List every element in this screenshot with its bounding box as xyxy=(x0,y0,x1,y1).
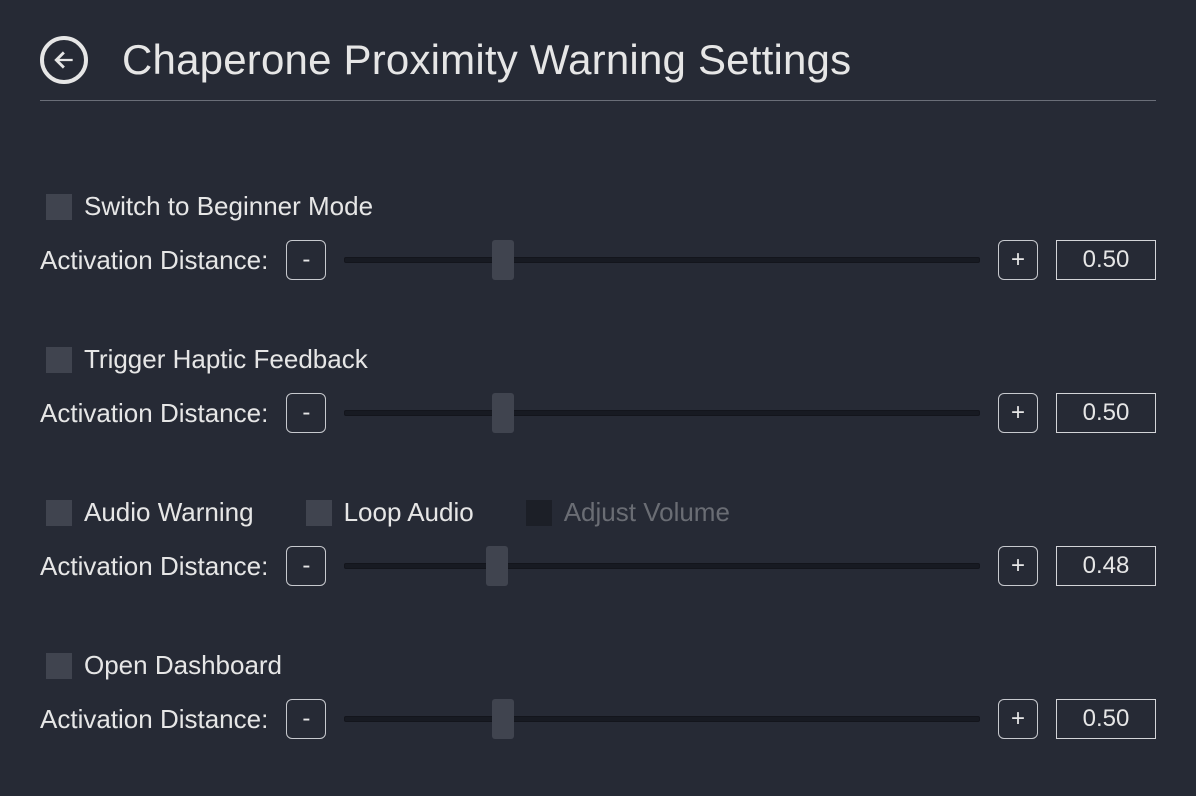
audio-warning-checkbox[interactable] xyxy=(46,500,72,526)
audio-warning-checkbox-label: Audio Warning xyxy=(84,497,254,528)
slider-thumb[interactable] xyxy=(492,240,514,280)
loop-audio-checkbox[interactable] xyxy=(306,500,332,526)
dashboard-plus-button[interactable]: + xyxy=(998,699,1038,739)
slider-track xyxy=(344,410,980,416)
slider-track xyxy=(344,563,980,569)
audio-plus-button[interactable]: + xyxy=(998,546,1038,586)
activation-distance-label: Activation Distance: xyxy=(40,551,268,582)
haptic-checkbox[interactable] xyxy=(46,347,72,373)
slider-thumb[interactable] xyxy=(492,393,514,433)
slider-track xyxy=(344,257,980,263)
beginner-value: 0.50 xyxy=(1056,240,1156,280)
haptic-checkbox-label: Trigger Haptic Feedback xyxy=(84,344,368,375)
page-title: Chaperone Proximity Warning Settings xyxy=(122,39,851,81)
beginner-mode-checkbox-label: Switch to Beginner Mode xyxy=(84,191,373,222)
haptic-slider[interactable] xyxy=(344,393,980,433)
dashboard-minus-button[interactable]: - xyxy=(286,699,326,739)
audio-minus-button[interactable]: - xyxy=(286,546,326,586)
haptic-plus-button[interactable]: + xyxy=(998,393,1038,433)
audio-slider[interactable] xyxy=(344,546,980,586)
adjust-volume-checkbox xyxy=(526,500,552,526)
dashboard-checkbox[interactable] xyxy=(46,653,72,679)
dashboard-slider[interactable] xyxy=(344,699,980,739)
loop-audio-checkbox-label: Loop Audio xyxy=(344,497,474,528)
beginner-mode-checkbox[interactable] xyxy=(46,194,72,220)
header-divider xyxy=(40,100,1156,101)
dashboard-value: 0.50 xyxy=(1056,699,1156,739)
beginner-plus-button[interactable]: + xyxy=(998,240,1038,280)
haptic-group: Trigger Haptic Feedback Activation Dista… xyxy=(40,344,1156,433)
beginner-mode-group: Switch to Beginner Mode Activation Dista… xyxy=(40,191,1156,280)
adjust-volume-checkbox-label: Adjust Volume xyxy=(564,497,730,528)
back-arrow-icon xyxy=(51,47,77,73)
dashboard-checkbox-label: Open Dashboard xyxy=(84,650,282,681)
haptic-value: 0.50 xyxy=(1056,393,1156,433)
beginner-slider[interactable] xyxy=(344,240,980,280)
slider-thumb[interactable] xyxy=(492,699,514,739)
dashboard-group: Open Dashboard Activation Distance: - + … xyxy=(40,650,1156,739)
beginner-minus-button[interactable]: - xyxy=(286,240,326,280)
audio-group: Audio Warning Loop Audio Adjust Volume A… xyxy=(40,497,1156,586)
back-button[interactable] xyxy=(40,36,88,84)
activation-distance-label: Activation Distance: xyxy=(40,398,268,429)
slider-thumb[interactable] xyxy=(486,546,508,586)
haptic-minus-button[interactable]: - xyxy=(286,393,326,433)
audio-value: 0.48 xyxy=(1056,546,1156,586)
slider-track xyxy=(344,716,980,722)
activation-distance-label: Activation Distance: xyxy=(40,245,268,276)
activation-distance-label: Activation Distance: xyxy=(40,704,268,735)
